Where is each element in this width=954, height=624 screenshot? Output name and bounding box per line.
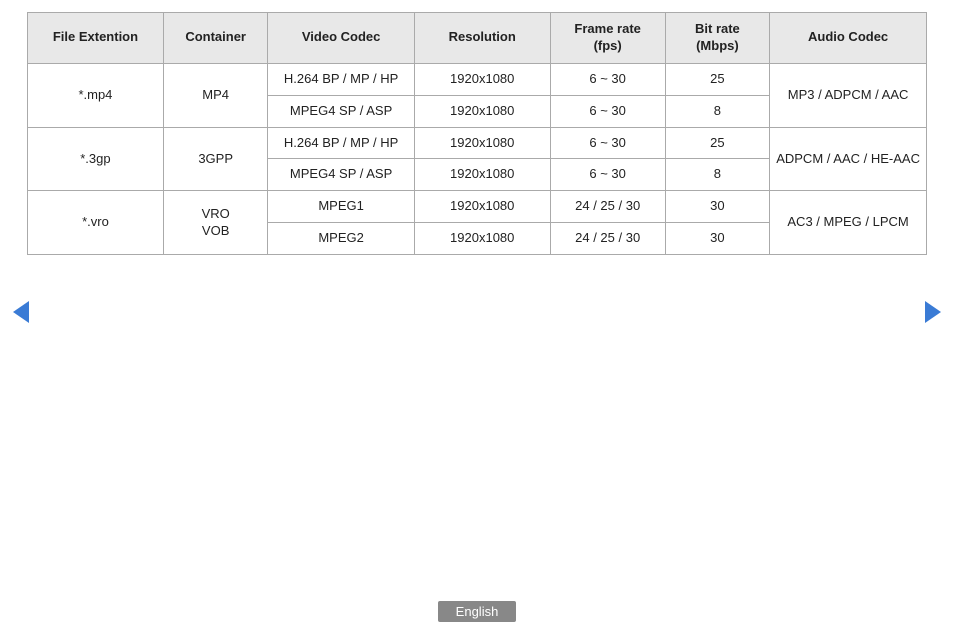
cell-file-ext-3gp: *.3gp (28, 127, 164, 191)
table-header-row: File Extention Container Video Codec Res… (28, 13, 927, 64)
table-row: *.mp4 MP4 H.264 BP / MP / HP 1920x1080 6… (28, 63, 927, 95)
nav-arrow-right[interactable] (922, 301, 944, 323)
cell-video-codec: MPEG4 SP / ASP (268, 95, 414, 127)
left-arrow-icon (13, 301, 29, 323)
cell-frame-rate: 6 ~ 30 (550, 159, 665, 191)
cell-resolution: 1920x1080 (414, 63, 550, 95)
header-video-codec: Video Codec (268, 13, 414, 64)
cell-bit-rate: 25 (665, 63, 770, 95)
cell-resolution: 1920x1080 (414, 127, 550, 159)
cell-frame-rate: 6 ~ 30 (550, 127, 665, 159)
cell-resolution: 1920x1080 (414, 191, 550, 223)
language-button[interactable]: English (438, 601, 517, 622)
cell-frame-rate: 6 ~ 30 (550, 95, 665, 127)
cell-audio-codec-vro: AC3 / MPEG / LPCM (770, 191, 927, 255)
cell-bit-rate: 30 (665, 223, 770, 255)
cell-audio-codec-mp4: MP3 / ADPCM / AAC (770, 63, 927, 127)
cell-bit-rate: 8 (665, 159, 770, 191)
header-frame-rate: Frame rate(fps) (550, 13, 665, 64)
table-row: *.3gp 3GPP H.264 BP / MP / HP 1920x1080 … (28, 127, 927, 159)
cell-bit-rate: 30 (665, 191, 770, 223)
cell-container-mp4: MP4 (163, 63, 268, 127)
page-wrapper: File Extention Container Video Codec Res… (0, 0, 954, 624)
right-arrow-icon (925, 301, 941, 323)
cell-frame-rate: 24 / 25 / 30 (550, 223, 665, 255)
cell-video-codec: H.264 BP / MP / HP (268, 127, 414, 159)
cell-resolution: 1920x1080 (414, 159, 550, 191)
language-bar: English (0, 598, 954, 624)
cell-video-codec: MPEG1 (268, 191, 414, 223)
codec-table: File Extention Container Video Codec Res… (27, 12, 927, 255)
header-file-ext: File Extention (28, 13, 164, 64)
cell-container-vro: VROVOB (163, 191, 268, 255)
cell-video-codec: MPEG4 SP / ASP (268, 159, 414, 191)
header-bit-rate: Bit rate(Mbps) (665, 13, 770, 64)
header-container: Container (163, 13, 268, 64)
codec-table-container: File Extention Container Video Codec Res… (27, 12, 927, 255)
cell-bit-rate: 8 (665, 95, 770, 127)
cell-video-codec: H.264 BP / MP / HP (268, 63, 414, 95)
header-audio-codec: Audio Codec (770, 13, 927, 64)
cell-audio-codec-3gp: ADPCM / AAC / HE-AAC (770, 127, 927, 191)
cell-container-3gp: 3GPP (163, 127, 268, 191)
cell-video-codec: MPEG2 (268, 223, 414, 255)
cell-resolution: 1920x1080 (414, 223, 550, 255)
cell-bit-rate: 25 (665, 127, 770, 159)
cell-frame-rate: 24 / 25 / 30 (550, 191, 665, 223)
cell-file-ext-vro: *.vro (28, 191, 164, 255)
nav-arrow-left[interactable] (10, 301, 32, 323)
cell-file-ext-mp4: *.mp4 (28, 63, 164, 127)
table-row: *.vro VROVOB MPEG1 1920x1080 24 / 25 / 3… (28, 191, 927, 223)
header-resolution: Resolution (414, 13, 550, 64)
cell-frame-rate: 6 ~ 30 (550, 63, 665, 95)
cell-resolution: 1920x1080 (414, 95, 550, 127)
